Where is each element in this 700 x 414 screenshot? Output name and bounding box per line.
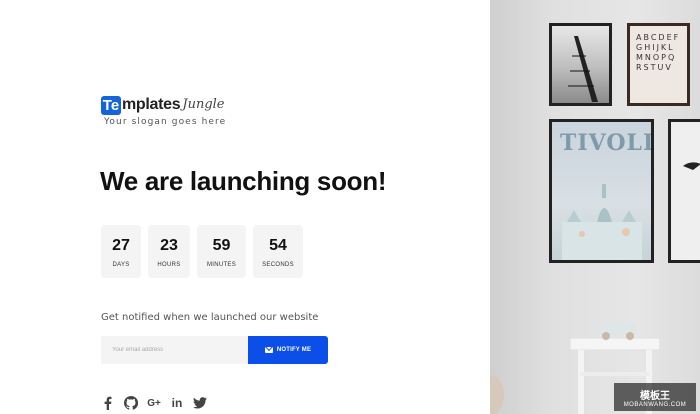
countdown-minutes-value: 59 (212, 236, 231, 254)
stool-illustration (490, 322, 661, 414)
countdown-days: 27 DAYS (101, 225, 141, 278)
countdown: 27 DAYS 23 HOURS 59 MINUTES 54 SECONDS (101, 225, 303, 278)
facebook-icon[interactable] (101, 396, 115, 410)
countdown-seconds-value: 54 (269, 236, 287, 254)
hero-image: ABCDEFGHIJKLMNOPQRSTUV TIVOLI 模板王 MOBANW… (490, 0, 700, 414)
watermark: 模板王 MOBANWANG.COM (614, 383, 696, 411)
notify-button-label: NOTIFY ME (276, 347, 312, 353)
logo-text: mplates (122, 96, 181, 113)
logo-mark: Te (101, 96, 121, 115)
slogan: Your slogan goes here (104, 117, 227, 127)
notify-description: Get notified when we launched our websit… (101, 312, 319, 323)
social-links: G+ in (101, 396, 207, 410)
countdown-minutes: 59 MINUTES (197, 225, 246, 278)
watermark-title: 模板王 (640, 390, 670, 402)
countdown-seconds: 54 SECONDS (253, 225, 303, 278)
countdown-minutes-label: MINUTES (206, 261, 237, 268)
countdown-hours: 23 HOURS (148, 225, 190, 278)
envelope-icon (264, 347, 273, 353)
content-panel: Te mplates Jungle Your slogan goes here … (0, 0, 490, 414)
twitter-icon[interactable] (193, 396, 207, 410)
countdown-seconds-label: SECONDS (262, 261, 294, 268)
notify-button[interactable]: NOTIFY ME (248, 336, 328, 364)
linkedin-icon[interactable]: in (170, 396, 184, 410)
countdown-hours-label: HOURS (157, 261, 181, 268)
watermark-sub: MOBANWANG.COM (623, 401, 687, 408)
logo-script: Jungle (182, 97, 225, 112)
page-title: We are launching soon! (100, 166, 387, 196)
subscribe-form: NOTIFY ME (101, 336, 328, 364)
countdown-days-label: DAYS (112, 261, 130, 268)
google-plus-icon[interactable]: G+ (147, 396, 161, 410)
countdown-days-value: 27 (112, 236, 130, 254)
email-field[interactable] (101, 336, 248, 364)
countdown-hours-value: 23 (160, 236, 178, 254)
github-icon[interactable] (124, 396, 138, 410)
logo[interactable]: Te mplates Jungle (101, 93, 225, 115)
